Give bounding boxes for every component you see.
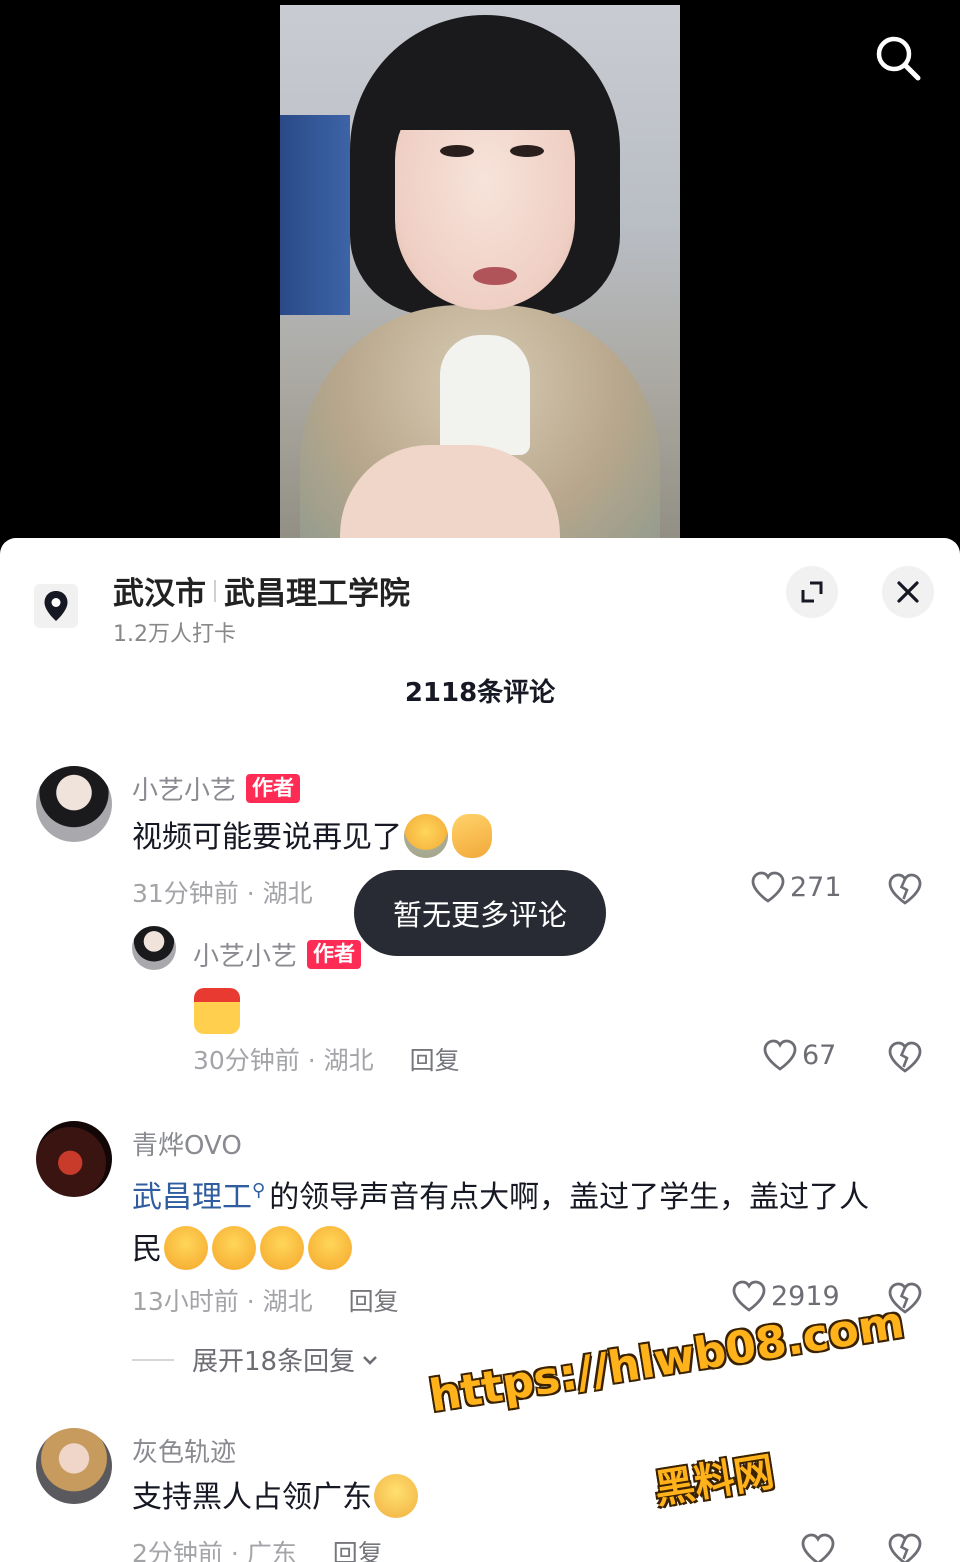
- sticker-emoji-icon: [194, 988, 240, 1034]
- location-header[interactable]: 武汉市 武昌理工学院 1.2万人打卡: [0, 538, 960, 648]
- like-button[interactable]: [800, 1532, 840, 1562]
- comment-username[interactable]: 灰色轨迹: [132, 1432, 236, 1469]
- location-place: 武昌理工学院: [224, 576, 410, 612]
- video-frame[interactable]: [280, 5, 680, 560]
- comment-item: 灰色轨迹 支持黑人占领广东 2分钟前 · 广东 回复: [0, 1428, 960, 1562]
- like-button[interactable]: 2919: [731, 1279, 840, 1313]
- no-more-comments-toast: 暂无更多评论: [354, 870, 606, 956]
- expand-replies-label: 展开18条回复: [192, 1347, 356, 1377]
- video-subject-collar: [440, 335, 530, 455]
- heart-outline-icon: [732, 1280, 766, 1312]
- comment-username[interactable]: 小艺小艺 作者: [132, 770, 301, 807]
- expand-icon: [801, 581, 823, 603]
- broken-heart-icon: [888, 1533, 922, 1562]
- reply-button[interactable]: 回复: [333, 1534, 383, 1562]
- location-city: 武汉市: [113, 576, 206, 612]
- like-count: 271: [790, 871, 842, 903]
- broken-heart-icon: [888, 873, 922, 905]
- comment-text: 支持黑人占领广东: [132, 1472, 420, 1524]
- comment-text-content: 视频可能要说再见了: [132, 820, 402, 855]
- video-subject-eye-left: [440, 145, 474, 157]
- reply-meta: 30分钟前 · 湖北 回复: [193, 1041, 460, 1077]
- silly-face-emoji-icon: [374, 1473, 418, 1518]
- broken-heart-icon: [888, 1041, 922, 1073]
- location-divider: [214, 579, 216, 602]
- expand-replies-button[interactable]: 展开18条回复: [132, 1341, 381, 1378]
- comment-time-location: 13小时前 · 湖北: [132, 1287, 313, 1316]
- chevron-down-icon: [363, 1355, 378, 1365]
- comment-text: 视频可能要说再见了: [132, 812, 494, 864]
- username-text: 小艺小艺: [193, 942, 298, 972]
- comment-meta: 2分钟前 · 广东 回复: [132, 1534, 383, 1562]
- like-count: 2919: [771, 1280, 840, 1312]
- comment-time-location: 31分钟前 · 湖北: [132, 879, 313, 908]
- reply-avatar[interactable]: [132, 926, 176, 970]
- dislike-button[interactable]: [887, 1532, 923, 1562]
- username-text: 小艺小艺: [132, 776, 237, 806]
- username-text: 青烨OVO: [132, 1131, 242, 1161]
- smiling-emoji-icon: [260, 1225, 304, 1270]
- comment-text-content-line2: 民: [132, 1232, 162, 1267]
- like-button[interactable]: 271: [750, 870, 842, 904]
- location-pin-icon: [34, 584, 78, 628]
- comment-username[interactable]: 青烨OVO: [132, 1125, 242, 1162]
- location-title[interactable]: 武汉市 武昌理工学院: [113, 568, 410, 613]
- dislike-button[interactable]: [887, 1040, 923, 1078]
- smiling-emoji-icon: [164, 1225, 208, 1270]
- avatar[interactable]: [36, 1121, 112, 1197]
- author-badge: 作者: [307, 940, 362, 969]
- heart-outline-icon: [751, 871, 785, 903]
- author-badge: 作者: [246, 774, 301, 803]
- reply-username[interactable]: 小艺小艺 作者: [193, 936, 362, 973]
- dislike-button[interactable]: [887, 872, 923, 910]
- winking-tongue-emoji-icon: [308, 1225, 352, 1270]
- comment-text-content: 的领导声音有点大啊，盖过了学生，盖过了人: [269, 1180, 870, 1215]
- reply-button[interactable]: 回复: [410, 1041, 460, 1077]
- comment-meta: 31分钟前 · 湖北: [132, 874, 313, 910]
- like-count: 67: [802, 1039, 837, 1071]
- smiling-emoji-icon: [212, 1225, 256, 1270]
- topic-search-icon: ⚲: [252, 1180, 266, 1201]
- reply-time-location: 30分钟前 · 湖北: [193, 1046, 374, 1075]
- comment-text: 武昌理工⚲ 的领导声音有点大啊，盖过了学生，盖过了人 民: [132, 1165, 932, 1276]
- video-subject-eye-right: [510, 145, 544, 157]
- heart-outline-icon: [801, 1533, 835, 1562]
- waving-hand-emoji-icon: [452, 813, 492, 858]
- avatar[interactable]: [36, 766, 112, 842]
- video-subject-mouth: [473, 267, 517, 285]
- reply-button[interactable]: 回复: [349, 1282, 399, 1318]
- comment-text-content: 支持黑人占领广东: [132, 1480, 372, 1515]
- location-checkins: 1.2万人打卡: [113, 622, 236, 647]
- close-icon: [897, 581, 919, 603]
- comment-meta: 13小时前 · 湖北 回复: [132, 1282, 399, 1318]
- avatar[interactable]: [36, 1428, 112, 1504]
- comment-count-title: 2118条评论: [404, 678, 556, 708]
- search-icon[interactable]: [868, 28, 928, 88]
- video-subject-bangs: [380, 35, 595, 130]
- topic-link[interactable]: 武昌理工: [132, 1180, 252, 1215]
- expand-divider: [132, 1358, 174, 1361]
- username-text: 灰色轨迹: [132, 1438, 237, 1468]
- expand-button[interactable]: [786, 566, 838, 618]
- close-button[interactable]: [882, 566, 934, 618]
- like-button[interactable]: 67: [762, 1038, 836, 1072]
- heart-outline-icon: [763, 1039, 797, 1071]
- background-curtain: [280, 115, 350, 315]
- comment-time-location: 2分钟前 · 广东: [132, 1539, 297, 1562]
- video-player[interactable]: [0, 0, 960, 560]
- crying-emoji-icon: [404, 813, 448, 858]
